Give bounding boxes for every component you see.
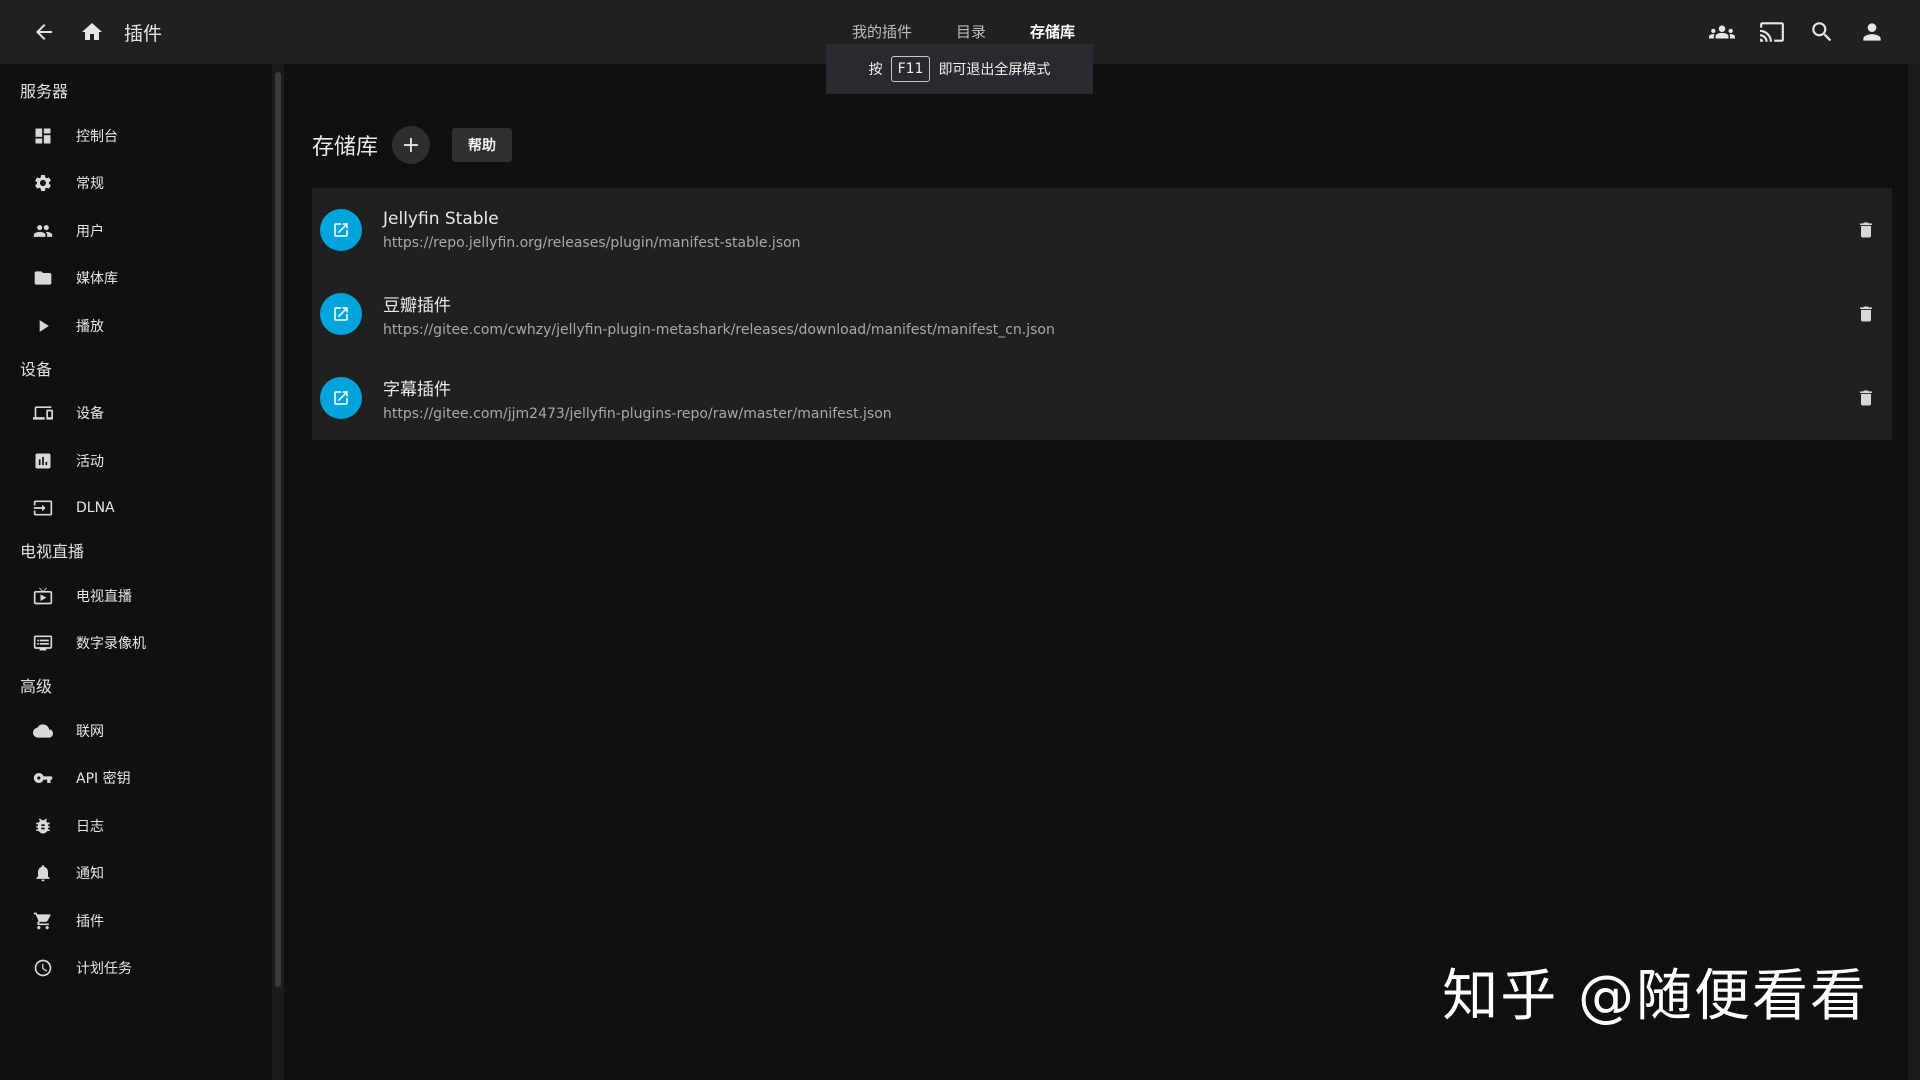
search-icon[interactable] [1798,8,1846,56]
sidebar-item-label: API 密钥 [76,771,131,788]
sidebar-section-devices: 设备 [20,359,53,379]
sidebar-item-scheduled-tasks[interactable]: 计划任务 [0,945,272,993]
repository-text: 豆瓣插件 https://gitee.com/cwhzy/jellyfin-pl… [383,291,1055,338]
page-header-title: 插件 [124,22,163,45]
sidebar-item-live-tv[interactable]: 电视直播 [0,572,272,620]
play-icon [39,319,49,332]
user-icon[interactable] [1848,8,1896,56]
home-icon[interactable] [68,8,116,56]
sidebar-item-users[interactable]: 用户 [0,207,272,255]
sidebar-section-server: 服务器 [20,82,69,101]
users-icon[interactable] [1698,8,1746,56]
repository-url: https://gitee.com/cwhzy/jellyfin-plugin-… [383,321,1055,338]
users-icon [33,224,53,237]
sidebar-item-general[interactable]: 常规 [0,160,272,208]
dvr-icon [33,635,53,651]
open-external-icon[interactable] [320,293,362,335]
header-left: 插件 [20,8,162,56]
back-arrow-icon[interactable] [20,8,68,56]
devices-icon [33,406,53,420]
folder-icon [34,271,52,285]
sidebar-item-label: 设备 [76,406,104,423]
sidebar-section-advanced: 高级 [20,677,53,696]
sidebar-item-logs[interactable]: 日志 [0,802,272,850]
cloud-icon [33,724,53,738]
sidebar-item-label: 日志 [76,818,104,835]
sidebar-item-activity[interactable]: 活动 [0,437,272,485]
sidebar-item-label: 播放 [76,318,104,335]
repository-url: https://gitee.com/jjm2473/jellyfin-plugi… [383,405,892,422]
sidebar-scroll-thumb[interactable] [275,72,281,987]
sidebar-item-devices[interactable]: 设备 [0,390,272,438]
sidebar-item-label: 电视直播 [76,588,132,605]
sidebar-item-label: 联网 [76,723,104,740]
watermark: 知乎 @随便看看 [1442,964,1868,1029]
sidebar-item-networking[interactable]: 联网 [0,707,272,755]
sidebar-item-libraries[interactable]: 媒体库 [0,255,272,303]
page-title: 存储库 [312,135,379,160]
list-item: 字幕插件 https://gitee.com/jjm2473/jellyfin-… [312,356,1892,440]
live-tv-icon [33,587,53,605]
sidebar-item-playback[interactable]: 播放 [0,302,272,350]
sidebar-item-label: 常规 [76,176,104,193]
bug-icon [36,818,50,834]
repository-name: 字幕插件 [383,379,451,400]
clock-icon [34,959,52,977]
sidebar-item-label: 活动 [76,453,104,470]
open-external-icon[interactable] [320,209,362,251]
help-button[interactable]: 帮助 [452,128,513,162]
sidebar-item-label: 用户 [76,223,104,240]
delete-icon[interactable] [1854,216,1878,244]
header-right [1698,0,1896,64]
sidebar-item-label: 数字录像机 [76,636,146,653]
delete-icon[interactable] [1854,300,1878,328]
repository-text: Jellyfin Stable https://repo.jellyfin.or… [383,209,801,251]
sidebar-item-notifications[interactable]: 通知 [0,850,272,898]
repository-name: 豆瓣插件 [383,295,451,316]
key-icon [33,773,53,784]
gear-icon [35,175,51,192]
sidebar-item-label: 控制台 [76,128,118,145]
add-repository-button[interactable]: + [392,126,431,164]
main-content: 存储库 + 帮助 Jellyfin Stable https://repo.je… [284,64,1904,1080]
repository-url: https://repo.jellyfin.org/releases/plugi… [383,235,801,251]
list-item: Jellyfin Stable https://repo.jellyfin.or… [312,188,1892,272]
sidebar: 服务器 控制台 常规 用户 媒体库 播放 设备 设备 活动 DLNA 电视直播 … [0,64,272,1080]
input-icon [33,500,53,516]
repository-list: Jellyfin Stable https://repo.jellyfin.or… [312,188,1892,440]
repository-name: Jellyfin Stable [383,209,499,229]
sidebar-item-label: 媒体库 [76,271,118,288]
sidebar-item-label: 计划任务 [76,961,132,978]
sidebar-item-dashboard[interactable]: 控制台 [0,112,272,160]
page-heading: 存储库 + 帮助 [312,126,513,164]
bell-icon [36,865,50,882]
repository-text: 字幕插件 https://gitee.com/jjm2473/jellyfin-… [383,375,892,422]
list-item: 豆瓣插件 https://gitee.com/cwhzy/jellyfin-pl… [312,272,1892,356]
sidebar-item-dlna[interactable]: DLNA [0,485,272,533]
sidebar-item-dvr[interactable]: 数字录像机 [0,620,272,668]
sidebar-item-api-keys[interactable]: API 密钥 [0,755,272,803]
cart-icon [33,912,51,930]
dashboard-icon [35,128,51,144]
open-external-icon[interactable] [320,377,362,419]
sidebar-section-live-tv: 电视直播 [20,542,85,561]
page-scrollbar[interactable] [1908,64,1920,1080]
sidebar-item-label: DLNA [76,500,115,517]
sidebar-item-label: 通知 [76,866,104,883]
activity-icon [35,453,51,469]
sidebar-scrollbar[interactable] [272,64,284,1080]
sidebar-item-plugins[interactable]: 插件 [0,897,272,945]
cast-icon[interactable] [1748,8,1796,56]
delete-icon[interactable] [1854,384,1878,412]
sidebar-item-label: 插件 [76,913,104,930]
